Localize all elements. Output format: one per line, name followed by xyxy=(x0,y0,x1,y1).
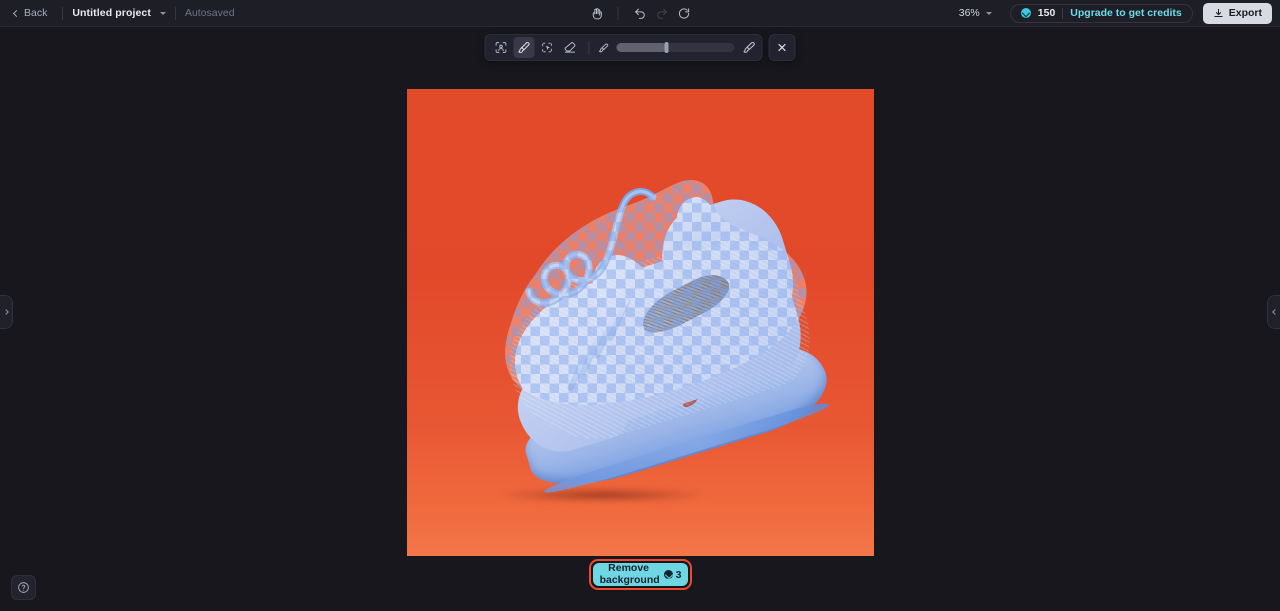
credit-count: 150 xyxy=(1037,7,1056,19)
magic-select-tool[interactable] xyxy=(537,37,558,58)
editor-canvas[interactable] xyxy=(0,27,1280,611)
chevron-left-icon xyxy=(12,9,21,17)
artboard-image[interactable] xyxy=(407,89,874,556)
brush-tool[interactable] xyxy=(513,37,535,58)
shoe-body xyxy=(463,160,845,509)
autosaved-status: Autosaved xyxy=(184,7,235,19)
back-button-label: Back xyxy=(24,7,48,19)
brush-toolbar-wrapper xyxy=(484,34,796,61)
left-panel-toggle[interactable] xyxy=(0,295,13,329)
shoe-photo xyxy=(407,89,874,556)
brush-large-icon xyxy=(743,41,755,53)
remove-background-label-line1: Remove xyxy=(608,562,649,574)
brush-toolbar xyxy=(484,34,763,61)
remove-background-cost-value: 3 xyxy=(675,568,682,581)
person-select-icon xyxy=(495,42,507,53)
eraser-tool[interactable] xyxy=(560,37,581,58)
remove-background-label-line2: background xyxy=(599,573,660,586)
credit-coin-icon xyxy=(1020,8,1031,18)
chevron-right-icon xyxy=(2,309,9,315)
magic-lasso-icon xyxy=(542,42,552,53)
credits-divider xyxy=(1062,7,1064,19)
chevron-down-icon xyxy=(985,11,992,15)
question-mark-circle-icon xyxy=(18,582,29,593)
credit-coin-icon xyxy=(663,570,673,579)
brush-size-track[interactable] xyxy=(616,42,735,53)
chevron-down-icon[interactable] xyxy=(159,11,166,15)
upgrade-link[interactable]: Upgrade to get credits xyxy=(1070,7,1181,19)
remove-background-cost: 3 xyxy=(663,568,682,581)
header-divider-3 xyxy=(617,6,619,20)
brush-size-fill xyxy=(616,43,667,52)
subject-select-tool[interactable] xyxy=(491,37,512,58)
eraser-icon xyxy=(564,42,576,53)
paint-brush-icon xyxy=(518,42,530,53)
right-panel-toggle[interactable] xyxy=(1267,295,1280,329)
help-button[interactable] xyxy=(11,575,36,600)
header-left-group: Back Untitled project Autosaved xyxy=(0,0,235,26)
chevron-left-icon xyxy=(1271,309,1278,315)
header-right-group: 36% 150 Upgrade to get credits Export xyxy=(953,0,1272,26)
remove-background-label: Remove background xyxy=(599,562,660,586)
brush-size-slider[interactable] xyxy=(598,40,757,55)
undo-button[interactable] xyxy=(630,3,650,23)
close-x-icon xyxy=(778,43,786,52)
header-divider-1 xyxy=(62,6,64,20)
export-button[interactable]: Export xyxy=(1202,2,1272,24)
zoom-level-selector[interactable]: 36% xyxy=(953,4,998,22)
header-history-controls xyxy=(587,0,694,26)
remove-background-button[interactable]: Remove background 3 xyxy=(593,562,688,586)
zoom-level-value: 36% xyxy=(958,7,980,19)
pan-tool-button[interactable] xyxy=(587,3,607,23)
reset-view-button[interactable] xyxy=(674,3,694,23)
close-brush-toolbar-button[interactable] xyxy=(768,34,796,61)
header-divider-2 xyxy=(174,6,176,20)
back-button[interactable]: Back xyxy=(8,4,53,22)
app-root: Back Untitled project Autosaved 36% 150 … xyxy=(0,0,1280,611)
brush-small-icon xyxy=(599,43,609,52)
toolbar-divider xyxy=(588,40,590,55)
remove-background-focus-ring: Remove background 3 xyxy=(589,559,692,590)
export-button-label: Export xyxy=(1228,7,1262,19)
brush-size-thumb[interactable] xyxy=(664,42,669,53)
credits-pill[interactable]: 150 Upgrade to get credits xyxy=(1009,3,1193,23)
download-icon xyxy=(1214,8,1223,17)
app-header: Back Untitled project Autosaved 36% 150 … xyxy=(0,0,1280,27)
project-name[interactable]: Untitled project xyxy=(72,7,151,19)
redo-button[interactable] xyxy=(652,3,672,23)
